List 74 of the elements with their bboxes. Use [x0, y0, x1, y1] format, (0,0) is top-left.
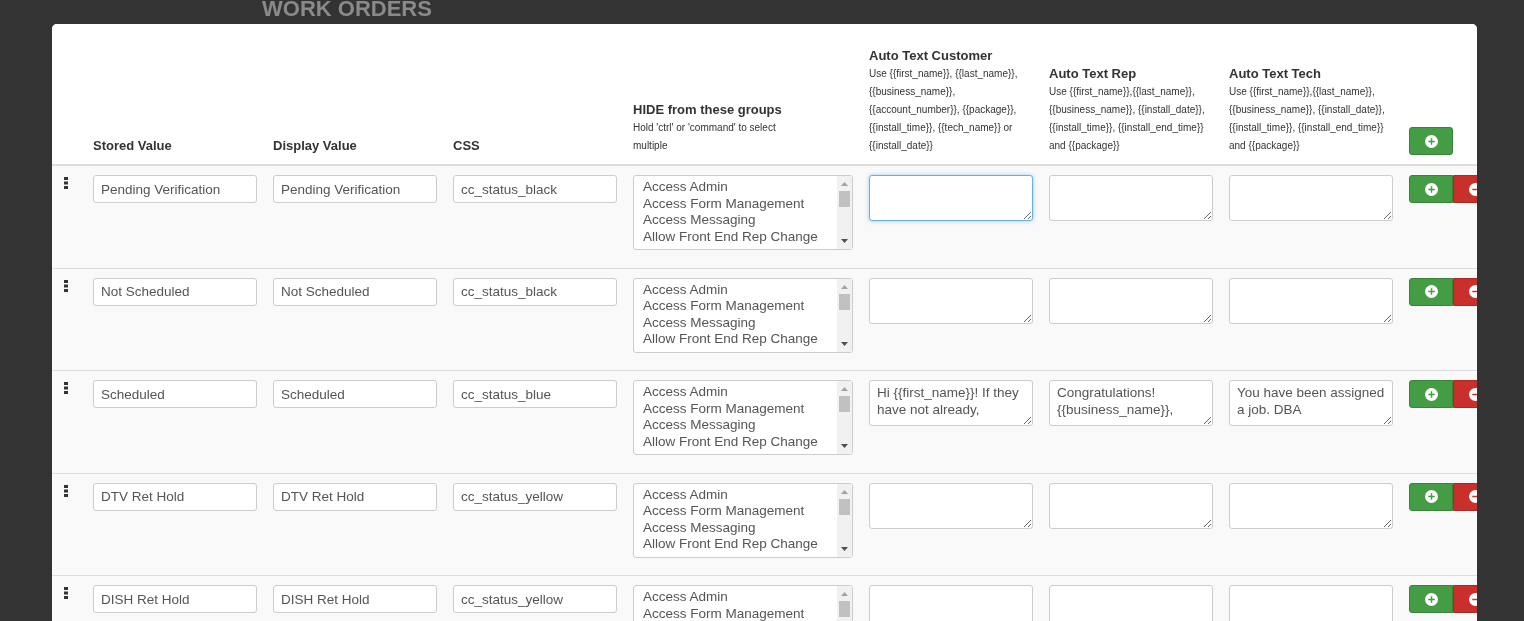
listbox-option[interactable]: Access Form Management: [643, 400, 818, 418]
column-hint: Use {{first_name}},{{last_name}}, {{business_name}}, {{install_date}},{{install_time}}, {{install_end_time}} and {{package}}: [1049, 85, 1206, 153]
listbox-option[interactable]: Access Form Management: [643, 503, 818, 520]
column-header: Auto Text Customer: [869, 47, 993, 65]
plus-icon: [1424, 490, 1438, 503]
text-input[interactable]: DTV Ret Hold: [273, 482, 437, 511]
column-header: Display Value: [273, 137, 357, 155]
column-header: Auto Text Rep: [1049, 65, 1137, 83]
text-input[interactable]: DISH Ret Hold: [273, 585, 437, 613]
minus-icon: [1468, 592, 1477, 606]
listbox-option[interactable]: Access Admin: [643, 281, 818, 299]
listbox-option[interactable]: Allow Front End Rep Change: [643, 536, 818, 553]
auto-text-area[interactable]: You have been assigned a job. DBA: [1229, 380, 1393, 426]
listbox-option[interactable]: Access Messaging: [643, 212, 818, 229]
column-hint: Hold 'ctrl' or 'command' to select multiple: [633, 121, 777, 153]
column-header: Stored Value: [93, 137, 172, 155]
drag-handle-icon[interactable]: [64, 484, 68, 497]
column-header: Auto Text Tech: [1229, 65, 1321, 83]
add-button[interactable]: [1409, 175, 1453, 203]
listbox-option[interactable]: Allow Front End Rep Change: [643, 433, 818, 451]
text-input[interactable]: DISH Ret Hold: [93, 585, 257, 613]
listbox-option[interactable]: Access Admin: [643, 589, 805, 606]
text-input[interactable]: Not Scheduled: [93, 277, 257, 306]
listbox-option[interactable]: Access Form Management: [643, 298, 818, 315]
column-hint: Use {{first_name}}, {{last_name}}, {{business_name}}, {{account_number}}, {{package}}, {{install_time}}, {{tech_name}} or {{install_date}}: [869, 67, 1019, 153]
drag-handle-icon[interactable]: [64, 382, 68, 394]
text-input[interactable]: Pending Verification: [273, 175, 437, 203]
text-input[interactable]: cc_status_yellow: [453, 585, 617, 613]
auto-text-area[interactable]: Hi {{first_name}}! If they have not already,: [869, 380, 1033, 426]
add-button[interactable]: [1409, 380, 1453, 408]
plus-icon: [1424, 387, 1438, 401]
text-input[interactable]: cc_status_blue: [453, 380, 617, 408]
group-listbox[interactable]: Access Admin Access Form Management Access Messaging Allow Front End Rep Change: [633, 277, 853, 353]
add-button[interactable]: [1409, 127, 1453, 155]
text-input[interactable]: DTV Ret Hold: [93, 482, 257, 511]
plus-icon: [1424, 134, 1438, 148]
auto-text-area[interactable]: [869, 175, 1033, 221]
drag-handle-icon[interactable]: [64, 177, 68, 189]
listbox-option[interactable]: Access Messaging: [643, 519, 818, 537]
auto-text-area[interactable]: Congratulations! {{business_name}},: [1049, 380, 1213, 426]
page-title: WORK ORDERS: [262, 0, 432, 20]
text-input[interactable]: Not Scheduled: [273, 277, 437, 306]
add-button[interactable]: [1409, 585, 1453, 613]
group-listbox[interactable]: Access Admin Access Form Management: [633, 585, 853, 621]
column-header: CSS: [453, 137, 480, 155]
listbox-option[interactable]: Access Admin: [643, 384, 818, 401]
plus-icon: [1424, 182, 1438, 196]
column-header: HIDE from these groups: [633, 101, 782, 119]
plus-icon: [1424, 285, 1438, 298]
drag-handle-icon[interactable]: [64, 587, 68, 599]
column-hint: Use {{first_name}},{{last_name}}, {{business_name}}, {{install_date}},{{install_time}}, {{install_end_time}} and {{package}}: [1229, 85, 1386, 153]
add-button[interactable]: [1409, 482, 1453, 511]
listbox-option[interactable]: Access Form Management: [643, 195, 818, 213]
listbox-option[interactable]: Access Form Management: [643, 605, 805, 621]
text-input[interactable]: cc_status_yellow: [453, 482, 617, 511]
plus-icon: [1424, 592, 1438, 606]
drag-handle-icon[interactable]: [64, 279, 68, 292]
listbox-option[interactable]: Access Admin: [643, 486, 818, 504]
text-input[interactable]: cc_status_black: [453, 277, 617, 306]
group-listbox[interactable]: Access Admin Access Form Management Access Messaging Allow Front End Rep Change: [633, 482, 853, 558]
listbox-option[interactable]: Allow Front End Rep Change: [643, 228, 818, 246]
text-input[interactable]: Scheduled: [93, 380, 257, 408]
listbox-option[interactable]: Access Messaging: [643, 314, 818, 332]
minus-icon: [1468, 182, 1477, 196]
text-input[interactable]: cc_status_black: [453, 175, 617, 203]
text-input[interactable]: Pending Verification: [93, 175, 257, 203]
group-listbox[interactable]: Access Admin Access Form Management Access Messaging Allow Front End Rep Change: [633, 380, 853, 455]
group-listbox[interactable]: Access Admin Access Form Management Access Messaging Allow Front End Rep Change: [633, 175, 853, 250]
listbox-option[interactable]: Allow Front End Rep Change: [643, 331, 818, 348]
listbox-option[interactable]: Access Admin: [643, 179, 818, 196]
add-button[interactable]: [1409, 277, 1453, 306]
minus-icon: [1468, 387, 1477, 401]
listbox-option[interactable]: Access Messaging: [643, 417, 818, 434]
text-input[interactable]: Scheduled: [273, 380, 437, 408]
